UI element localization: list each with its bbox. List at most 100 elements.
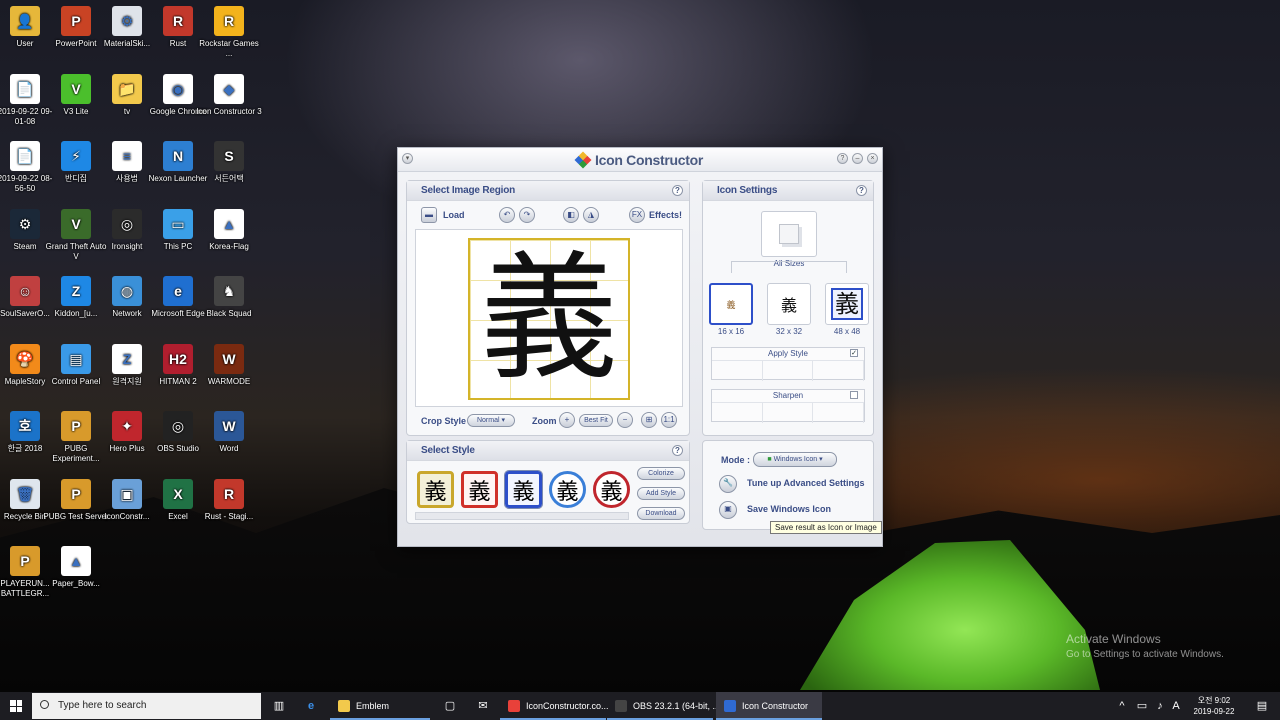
desktop-icon[interactable]: ◆ Icon Constructor 3 (196, 73, 262, 117)
network-tray-icon[interactable]: ▭ (1134, 698, 1150, 714)
mode-dropdown[interactable]: ■ Windows Icon ▾ (753, 452, 837, 467)
save-windows-icon-button[interactable]: Save Windows Icon (747, 504, 831, 514)
taskbar-app-icon (338, 700, 350, 712)
crop-region-frame[interactable]: 義 (468, 238, 630, 400)
fit-grid-icon[interactable]: ⊞ (641, 412, 657, 428)
size-48-label: 48 x 48 (833, 327, 861, 336)
sharpen-checkbox[interactable] (850, 391, 858, 399)
wrench-icon: 🔧 (719, 475, 737, 493)
warmode-icon: W (214, 343, 244, 374)
style-thumbnail[interactable]: 義 (593, 471, 630, 508)
soulsaver-icon: ☺ (10, 276, 40, 306)
tray-chevron-icon[interactable]: ^ (1114, 698, 1130, 714)
black-squad-icon: ♞ (214, 276, 244, 306)
desktop-icon[interactable]: ▲ Paper_Bow... (43, 546, 109, 589)
desktop-icon[interactable]: ▲ Korea-Flag (196, 208, 262, 252)
flip-vertical-icon[interactable]: ◮ (583, 207, 599, 223)
taskbar-search-box[interactable]: Type here to search (32, 693, 261, 719)
help-icon[interactable]: ? (672, 445, 683, 456)
task-view-icon[interactable]: ▥ (271, 698, 287, 714)
taskbar-app-button[interactable]: IconConstructor.co... (500, 692, 609, 720)
desktop-icon[interactable]: ♞ Black Squad (196, 276, 262, 319)
store-icon[interactable]: ▢ (442, 698, 458, 714)
size-32-preview[interactable]: 義 (767, 283, 811, 325)
search-placeholder: Type here to search (58, 700, 147, 711)
style-thumbnail[interactable]: 義 (504, 470, 543, 509)
taskbar-app-icon (615, 700, 627, 712)
tune-up-button[interactable]: Tune up Advanced Settings (747, 478, 865, 488)
apply-style-checkbox[interactable]: ✓ (850, 349, 858, 357)
zoom-out-icon[interactable]: − (617, 412, 633, 428)
apply-style-option[interactable]: Apply Style ✓ (711, 347, 865, 381)
help-icon[interactable]: ? (837, 153, 848, 164)
taskbar: Type here to search ▥ e Emblem IconConstr… (0, 692, 1280, 720)
chrome-icon: ◉ (163, 73, 193, 104)
recycle-bin-icon: 🗑 (10, 478, 40, 509)
all-sizes-button[interactable] (761, 211, 817, 257)
volume-icon[interactable]: ♪ (1152, 698, 1168, 714)
start-button[interactable] (0, 692, 32, 720)
desktop-icon[interactable]: W WARMODE (196, 343, 262, 387)
select-image-region-panel: Select Image Region ? ▬ Load ↶ ↷ ◧ ◮ FX … (406, 180, 690, 436)
action-center-icon[interactable]: ▤ (1254, 698, 1270, 714)
taskbar-app-button[interactable]: Emblem (330, 692, 430, 720)
text-file-icon: ≡ (112, 141, 142, 171)
zoom-label: Zoom : (532, 416, 562, 426)
colorize-button[interactable]: Colorize (637, 467, 685, 480)
redo-icon[interactable]: ↷ (519, 207, 535, 223)
title-bar[interactable]: ▾ Icon Constructor ? – × (398, 148, 882, 172)
desktop-icon[interactable]: W Word (196, 411, 262, 454)
mail-icon[interactable]: ✉ (475, 698, 491, 714)
search-icon (40, 700, 49, 709)
activation-watermark: Activate Windows Go to Settings to activ… (1066, 632, 1224, 660)
taskbar-app-button[interactable]: OBS 23.2.1 (64-bit, ... (607, 692, 720, 720)
style-thumbnail[interactable]: 義 (549, 471, 586, 508)
windows-logo-icon: ■ (767, 456, 772, 463)
taskbar-app-label: IconConstructor.co... (526, 701, 609, 711)
desktop-icon[interactable]: R Rust - Stagi... (196, 478, 262, 522)
add-style-button[interactable]: Add Style (637, 487, 685, 500)
icon-settings-panel: Icon Settings ? All Sizes 義 義 義 16 x 16 … (702, 180, 874, 436)
edge-icon: e (163, 276, 193, 306)
bandizip-icon: ⚡ (61, 141, 91, 171)
edge-taskbar-icon[interactable]: e (303, 698, 319, 714)
undo-icon[interactable]: ↶ (499, 207, 515, 223)
style-thumbnail[interactable]: 義 (417, 471, 454, 508)
load-button[interactable]: Load (443, 210, 465, 220)
style-thumbnail[interactable]: 義 (461, 471, 498, 508)
size-48-preview[interactable]: 義 (825, 283, 869, 325)
flip-horizontal-icon[interactable]: ◧ (563, 207, 579, 223)
help-icon[interactable]: ? (672, 185, 683, 196)
network-icon: ◍ (112, 276, 142, 306)
best-fit-button[interactable]: Best Fit (579, 414, 613, 427)
zoom-in-icon[interactable]: + (559, 412, 575, 428)
desktop-icon-label: 서든어택 (214, 174, 244, 183)
obs-icon: ◎ (163, 411, 193, 441)
image-canvas[interactable]: 義 (415, 229, 683, 407)
v3-lite-icon: V (61, 73, 91, 104)
effects-button[interactable]: Effects! (649, 210, 682, 220)
window-title: Icon Constructor (398, 151, 882, 169)
size-16-preview[interactable]: 義 (709, 283, 753, 325)
desktop-icon-label: Icon Constructor 3 (196, 106, 262, 116)
this-pc-icon: ▭ (163, 208, 193, 239)
load-folder-icon[interactable]: ▬ (421, 207, 437, 223)
control-panel-icon: ▤ (61, 343, 91, 374)
download-button[interactable]: Download (637, 507, 685, 520)
style-scrollbar[interactable] (415, 512, 629, 520)
desktop-icon[interactable]: R Rockstar Games ... (196, 6, 262, 59)
file-icon: 📄 (10, 73, 40, 104)
sharpen-option[interactable]: Sharpen (711, 389, 865, 423)
crop-style-dropdown[interactable]: Normal ▾ (467, 414, 515, 427)
minimize-icon[interactable]: – (852, 153, 863, 164)
windows-logo-icon (10, 700, 22, 712)
clock[interactable]: 오전 9:02 2019-09-22 (1184, 695, 1244, 717)
maplestory-icon: 🍄 (10, 343, 40, 374)
actual-size-button[interactable]: 1:1 (661, 412, 677, 428)
fx-icon[interactable]: FX (629, 207, 645, 223)
taskbar-app-button[interactable]: Icon Constructor (716, 692, 822, 720)
desktop-icon[interactable]: S 서든어택 (196, 141, 262, 184)
language-icon[interactable]: A (1168, 698, 1184, 714)
close-icon[interactable]: × (867, 153, 878, 164)
help-icon[interactable]: ? (856, 185, 867, 196)
